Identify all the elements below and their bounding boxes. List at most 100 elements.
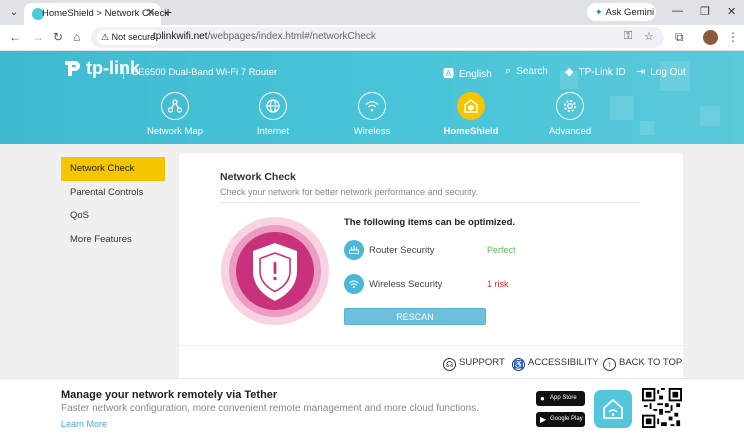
check-row-router-security: Router Security Perfect bbox=[344, 240, 524, 262]
support-label: SUPPORT bbox=[459, 357, 505, 368]
play-icon: ▶ bbox=[540, 415, 547, 424]
sidebar-item-parental-controls[interactable]: Parental Controls bbox=[61, 181, 165, 205]
router-header: tp-link BE6500 Dual-Band Wi-Fi 7 Router … bbox=[0, 51, 744, 144]
support-link[interactable]: ☊ SUPPORT bbox=[443, 357, 505, 371]
homeshield-icon bbox=[457, 92, 485, 120]
sidebar-item-more-features[interactable]: More Features bbox=[61, 228, 165, 252]
sidebar: Network Check Parental Controls QoS More… bbox=[61, 157, 165, 251]
password-key-icon[interactable]: ⚿ bbox=[624, 30, 632, 43]
tplink-id-link[interactable]: ◆ TP-Link ID bbox=[565, 65, 626, 78]
apple-icon: ● bbox=[540, 394, 545, 403]
qr-code-icon bbox=[642, 388, 682, 428]
check-status: 1 risk bbox=[487, 279, 509, 289]
globe-icon bbox=[259, 92, 287, 120]
learn-more-link[interactable]: Learn More bbox=[61, 419, 107, 429]
profile-avatar[interactable] bbox=[703, 30, 718, 45]
back-to-top-label: BACK TO TOP bbox=[619, 357, 683, 368]
tplink-id-icon: ◆ bbox=[565, 66, 574, 78]
gemini-spark-icon: ✦ bbox=[595, 7, 603, 17]
nav-label: Wireless bbox=[353, 126, 391, 137]
tab-search-icon[interactable]: ⌄ bbox=[6, 5, 22, 21]
logout-link[interactable]: ⇥ Log Out bbox=[636, 65, 686, 78]
ask-gemini-label: Ask Gemini bbox=[605, 7, 655, 18]
sidebar-item-network-check[interactable]: Network Check bbox=[61, 157, 165, 181]
nav-advanced[interactable]: Advanced bbox=[530, 92, 610, 137]
minimize-icon[interactable]: — bbox=[672, 5, 683, 17]
browser-menu-icon[interactable]: ⋮ bbox=[727, 30, 739, 44]
tplink-logo-icon bbox=[65, 61, 80, 76]
check-status: Perfect bbox=[487, 245, 516, 255]
app-store-label: App Store bbox=[550, 395, 577, 401]
google-play-label: Google Play bbox=[550, 416, 583, 422]
nav-network-map[interactable]: Network Map bbox=[135, 92, 215, 137]
ask-gemini-button[interactable]: ✦ Ask Gemini bbox=[587, 3, 656, 21]
security-status-graphic bbox=[220, 216, 330, 326]
headset-icon: ☊ bbox=[443, 358, 456, 371]
forward-icon[interactable]: → bbox=[32, 30, 44, 44]
title-divider bbox=[220, 202, 640, 203]
search-label: Search bbox=[516, 66, 548, 77]
url-text[interactable]: tplinkwifi.net/webpages/index.html#/netw… bbox=[153, 31, 376, 42]
nav-homeshield[interactable]: HomeShield bbox=[431, 92, 511, 137]
url-host: tplinkwifi.net bbox=[153, 31, 208, 42]
sidebar-item-qos[interactable]: QoS bbox=[61, 204, 165, 228]
window-close-icon[interactable]: ✕ bbox=[727, 5, 736, 18]
header-divider bbox=[123, 65, 124, 79]
footer-divider bbox=[179, 345, 683, 346]
search-link[interactable]: ⌕ Search bbox=[505, 65, 548, 78]
check-row-wireless-security: Wireless Security 1 risk bbox=[344, 274, 524, 296]
accessibility-icon: ♿ bbox=[512, 358, 525, 371]
check-label: Wireless Security bbox=[369, 279, 443, 290]
nav-label: HomeShield bbox=[443, 126, 499, 137]
back-to-top-link[interactable]: ↑ BACK TO TOP bbox=[603, 357, 682, 371]
new-tab-button[interactable]: + bbox=[164, 4, 172, 20]
nav-label: Network Map bbox=[147, 126, 203, 137]
browser-tab[interactable]: HomeShield > Network Check ✕ bbox=[24, 3, 169, 25]
nav-internet[interactable]: Internet bbox=[233, 92, 313, 137]
search-icon: ⌕ bbox=[505, 65, 512, 77]
arrow-up-icon: ↑ bbox=[603, 358, 616, 371]
extensions-icon[interactable]: ⧉ bbox=[675, 30, 684, 45]
nav-label: Internet bbox=[256, 126, 290, 137]
router-model: BE6500 Dual-Band Wi-Fi 7 Router bbox=[132, 67, 278, 78]
router-icon bbox=[344, 240, 364, 260]
home-icon[interactable]: ⌂ bbox=[73, 30, 80, 44]
language-label: English bbox=[459, 69, 492, 80]
page-subtitle: Check your network for better network pe… bbox=[220, 187, 478, 197]
tether-banner: Manage your network remotely via Tether … bbox=[0, 378, 744, 437]
not-secure-label: Not secure bbox=[111, 32, 156, 42]
language-icon: 🅰 bbox=[443, 68, 454, 80]
language-link[interactable]: 🅰 English bbox=[443, 65, 492, 81]
google-play-button[interactable]: ▶ Google Play bbox=[536, 412, 585, 427]
gear-icon bbox=[556, 92, 584, 120]
url-path: /webpages/index.html#/networkCheck bbox=[207, 31, 376, 42]
bookmark-star-icon[interactable]: ☆ bbox=[644, 30, 654, 43]
browser-toolbar: ← → ↻ ⌂ ⚠ Not secure tplinkwifi.net/webp… bbox=[0, 25, 744, 51]
restore-icon[interactable]: ❐ bbox=[700, 5, 710, 18]
page-title: Network Check bbox=[220, 171, 296, 183]
accessibility-link[interactable]: ♿ ACCESSIBILITY bbox=[512, 357, 599, 371]
tether-app-icon bbox=[594, 390, 632, 428]
reload-icon[interactable]: ↻ bbox=[53, 30, 63, 44]
app-store-button[interactable]: ● App Store bbox=[536, 391, 585, 406]
not-secure-badge[interactable]: ⚠ Not secure bbox=[97, 30, 162, 45]
logout-label: Log Out bbox=[650, 67, 686, 78]
nav-wireless[interactable]: Wireless bbox=[332, 92, 412, 137]
back-icon[interactable]: ← bbox=[9, 30, 21, 44]
tab-close-icon[interactable]: ✕ bbox=[146, 6, 155, 19]
address-bar[interactable]: ⚠ Not secure tplinkwifi.net/webpages/ind… bbox=[91, 27, 664, 48]
shield-warning-icon bbox=[221, 217, 329, 325]
wifi-icon bbox=[358, 92, 386, 120]
network-check-panel: Network Check Check your network for bet… bbox=[179, 153, 683, 381]
banner-title: Manage your network remotely via Tether bbox=[61, 389, 278, 401]
logout-icon: ⇥ bbox=[636, 66, 646, 78]
nav-label: Advanced bbox=[548, 126, 592, 137]
wifi-icon bbox=[344, 274, 364, 294]
check-label: Router Security bbox=[369, 245, 435, 256]
accessibility-label: ACCESSIBILITY bbox=[528, 357, 599, 368]
rescan-button[interactable]: RESCAN bbox=[344, 308, 486, 325]
tplink-logo[interactable]: tp-link bbox=[62, 57, 140, 79]
banner-text: Faster network configuration, more conve… bbox=[61, 403, 479, 414]
tplink-id-label: TP-Link ID bbox=[578, 67, 626, 78]
browser-tab-bar: ⌄ HomeShield > Network Check ✕ + ✦ Ask Ge… bbox=[0, 0, 744, 25]
